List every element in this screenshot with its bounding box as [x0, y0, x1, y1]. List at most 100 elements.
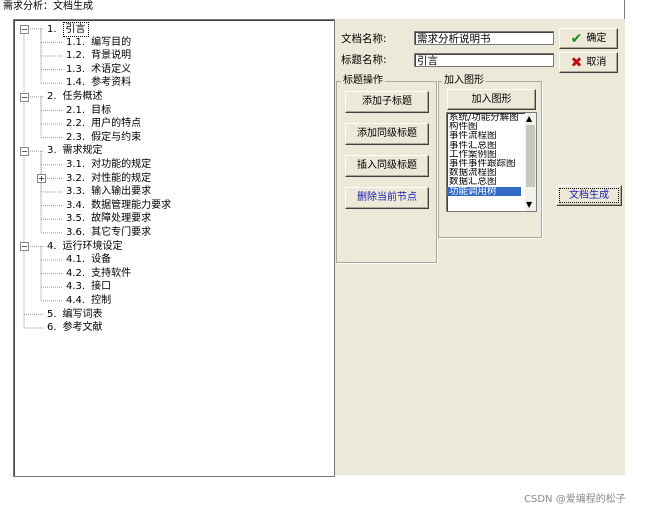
- tree-item[interactable]: 3.3. 输入输出要求: [66, 185, 151, 198]
- tree-item-number: 1.: [47, 24, 57, 35]
- tree-item-label: 数据管理能力要求: [91, 199, 172, 211]
- add-sibling-title-button[interactable]: 添加同级标题: [345, 123, 429, 145]
- tree-item[interactable]: 3.5. 故障处理要求: [66, 212, 151, 225]
- tree-item-number: 1.2.: [66, 50, 86, 62]
- tree-item-number: 2.: [47, 91, 57, 102]
- tree-item[interactable]: 4.4. 控制: [66, 294, 111, 307]
- tree-item-number: 4.: [47, 240, 57, 252]
- tree-item[interactable]: 4. 运行环境设定: [47, 240, 123, 253]
- tree-item[interactable]: 3.1. 对功能的规定: [66, 158, 151, 171]
- scroll-down-icon[interactable]: ▼: [526, 201, 532, 209]
- insert-sibling-title-button[interactable]: 插入同级标题: [345, 155, 429, 177]
- outline-tree[interactable]: 1. 引言 −1.1. 编写目的 1.2. 背景说明 1.3. 术语定义 1.4. 参考资料 2. 任…: [13, 19, 335, 477]
- tree-item-label: 对功能的规定: [91, 159, 152, 170]
- title-ops-group-title: 标题操作: [341, 75, 385, 86]
- add-figure-button[interactable]: 加入图形: [447, 89, 536, 110]
- tree-item-label: 目标: [91, 104, 112, 116]
- tree-item-number: 3.3.: [66, 186, 86, 198]
- title-name-label: 标题名称:: [341, 54, 387, 66]
- cancel-button[interactable]: ✖ 取消: [559, 52, 618, 73]
- tree-item[interactable]: 3. 需求规定: [47, 144, 103, 157]
- tree-item[interactable]: 4.3. 接口: [66, 280, 111, 293]
- ok-button[interactable]: ✔ 确定: [559, 28, 618, 49]
- figure-list-item[interactable]: 功能调用树: [447, 186, 521, 196]
- tree-item-label: 设备: [91, 254, 112, 266]
- figure-list-item[interactable]: 事件事件跟踪图: [447, 159, 521, 168]
- doc-name-field[interactable]: 需求分析说明书: [414, 31, 554, 45]
- tree-item[interactable]: 3.4. 数据管理能力要求: [66, 199, 171, 212]
- tree-item[interactable]: 2.3. 假定与约束: [66, 131, 141, 144]
- tree-item-number: 3.5.: [66, 213, 86, 225]
- tree-item-label: 接口: [91, 281, 112, 293]
- tree-item-number: 4.1.: [66, 254, 86, 266]
- tree-item-label: 背景说明: [91, 50, 132, 62]
- tree-item[interactable]: 2.1. 目标: [66, 104, 111, 117]
- watermark: CSDN @爱编程的松子: [524, 494, 626, 505]
- cross-icon: ✖: [570, 55, 583, 71]
- tree-item-number: 2.3.: [66, 131, 86, 143]
- scroll-up-icon[interactable]: ▲: [526, 115, 532, 123]
- collapse-icon[interactable]: −: [20, 147, 29, 157]
- figure-list-item[interactable]: 数据汇总图: [447, 177, 521, 186]
- title-name-field[interactable]: 引言: [414, 53, 554, 67]
- tree-item[interactable]: 1.2. 背景说明: [66, 49, 131, 62]
- tree-item-number: 4.4.: [66, 295, 86, 306]
- tree-item-number: 3.1.: [66, 159, 86, 170]
- tree-item-label: 编写目的: [91, 36, 132, 48]
- collapse-icon[interactable]: −: [20, 24, 29, 34]
- tree-item[interactable]: 4.2. 支持软件: [66, 267, 131, 280]
- tree-item-label: 术语定义: [91, 63, 132, 75]
- listbox-scrollbar[interactable]: ▲ ▼: [525, 113, 536, 211]
- tree-item-label: 对性能的规定: [91, 172, 152, 184]
- tree-item-number: 1.3.: [66, 63, 86, 75]
- figure-list-item[interactable]: 事件流程图: [447, 131, 521, 140]
- tree-item[interactable]: 1.1. 编写目的: [66, 36, 131, 49]
- tree-item-number: 1.4.: [66, 77, 86, 89]
- tree-item[interactable]: 1.3. 术语定义: [66, 63, 131, 76]
- tree-item-label: 其它专门要求: [91, 227, 152, 238]
- tree-item[interactable]: 3.6. 其它专门要求: [66, 226, 151, 239]
- tree-item[interactable]: 2. 任务概述: [47, 90, 103, 103]
- tree-item-label: 故障处理要求: [91, 213, 152, 225]
- document-form-panel: 文档名称: 需求分析说明书 标题名称: 引言 ✔ 确定 ✖ 取消 标题操作 添加子标…: [335, 19, 625, 475]
- checkmark-icon: ✔: [570, 31, 583, 47]
- window-title: 需求分析：文档生成: [3, 1, 93, 12]
- figure-listbox[interactable]: 系统/功能分解图 构件图 事件流程图 事件汇总图 工作案例图 事件事件跟踪图 数据流程图 数据…: [446, 112, 537, 212]
- tree-item[interactable]: 1. 引言: [47, 22, 89, 37]
- delete-node-button[interactable]: 删除当前节点: [345, 187, 429, 209]
- figure-list-item[interactable]: 构件图: [447, 122, 521, 131]
- ok-label: 确定: [586, 33, 607, 44]
- tree-item-label: 输入输出要求: [91, 186, 152, 198]
- tree-item[interactable]: 1.4. 参考资料: [66, 76, 131, 89]
- tree-item-label: 编写词表: [62, 308, 103, 320]
- tree-item-number: 1.1.: [66, 36, 86, 48]
- tree-item-label: 参考资料: [91, 77, 132, 89]
- tree-item-label: 任务概述: [62, 91, 103, 102]
- tree-item[interactable]: 2.2. 用户的特点: [66, 117, 141, 130]
- figure-list-item[interactable]: 数据流程图: [447, 168, 521, 177]
- scroll-thumb[interactable]: [526, 125, 535, 187]
- add-figure-group-title: 加入图形: [442, 75, 486, 86]
- tree-item[interactable]: 3.2. 对性能的规定: [66, 172, 151, 185]
- tree-item-label: 需求规定: [62, 145, 103, 157]
- tree-item-number: 2.2.: [66, 118, 86, 130]
- figure-list-item[interactable]: 系统/功能分解图: [447, 113, 521, 122]
- collapse-icon[interactable]: −: [20, 92, 29, 102]
- tree-item-number: 4.2.: [66, 267, 86, 279]
- tree-item-number: 3.: [47, 145, 57, 157]
- tree-item[interactable]: 5. 编写词表: [47, 308, 103, 321]
- tree-item-number: 6.: [47, 322, 57, 334]
- tree-item-label: 假定与约束: [91, 131, 142, 143]
- figure-list-item[interactable]: 事件汇总图: [447, 141, 521, 150]
- tree-item-number: 3.6.: [66, 227, 86, 238]
- collapse-icon[interactable]: −: [20, 242, 29, 252]
- expand-icon[interactable]: +: [37, 174, 46, 184]
- add-child-title-button[interactable]: 添加子标题: [345, 91, 429, 113]
- tree-item-number: 3.4.: [66, 199, 86, 211]
- tree-item[interactable]: 4.1. 设备: [66, 253, 111, 266]
- tree-item[interactable]: 6. 参考文献: [47, 321, 103, 334]
- figure-list-item[interactable]: 工作案例图: [447, 150, 521, 159]
- tree-item-label: 控制: [91, 295, 112, 306]
- generate-document-button[interactable]: 文档生成: [556, 185, 622, 206]
- cancel-label: 取消: [586, 57, 607, 68]
